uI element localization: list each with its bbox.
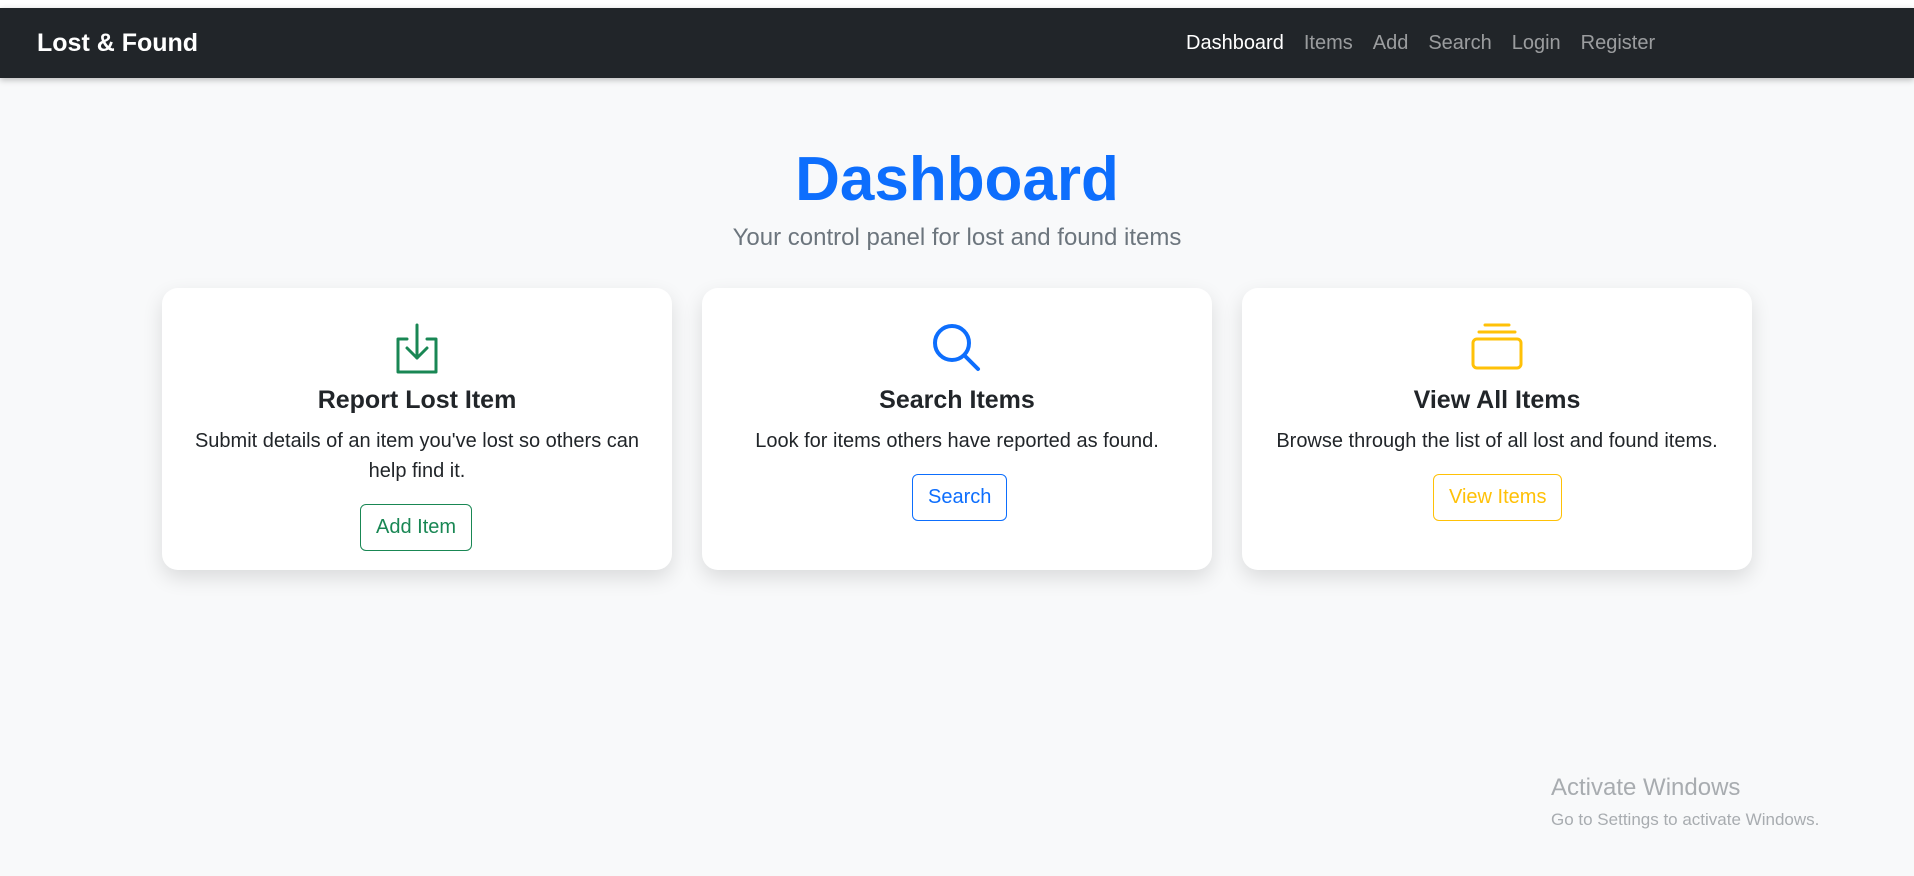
nav-links: Dashboard Items Add Search Login Registe… <box>1186 8 1655 78</box>
download-box-icon <box>162 322 672 376</box>
add-item-button[interactable]: Add Item <box>360 504 473 551</box>
card-text: Browse through the list of all lost and … <box>1276 430 1718 452</box>
card-text: Submit details of an item you've lost so… <box>194 430 640 482</box>
windows-activation-watermark: Activate Windows Go to Settings to activ… <box>1551 774 1819 830</box>
nav-link-login[interactable]: Login <box>1512 32 1561 55</box>
card-title: View All Items <box>1413 386 1581 414</box>
view-items-button[interactable]: View Items <box>1433 474 1563 521</box>
nav-link-register[interactable]: Register <box>1581 32 1655 55</box>
nav-link-search[interactable]: Search <box>1428 32 1491 55</box>
navbar: Lost & Found Dashboard Items Add Search … <box>0 8 1914 78</box>
card-title: Report Lost Item <box>317 386 517 414</box>
page-subtitle: Your control panel for lost and found it… <box>732 224 1182 251</box>
card-search-items: Search Items Look for items others have … <box>702 288 1212 570</box>
search-button[interactable]: Search <box>912 474 1008 521</box>
card-title: Search Items <box>879 386 1035 414</box>
card-report-lost-item: Report Lost Item Submit details of an it… <box>162 288 672 570</box>
nav-link-add[interactable]: Add <box>1373 32 1409 55</box>
search-icon <box>702 322 1212 376</box>
page-title: Dashboard <box>795 145 1119 214</box>
card-view-all-items: View All Items Browse through the list o… <box>1242 288 1752 570</box>
brand-logo[interactable]: Lost & Found <box>37 8 198 78</box>
nav-link-items[interactable]: Items <box>1304 32 1353 55</box>
page: Lost & Found Dashboard Items Add Search … <box>0 8 1914 876</box>
nav-link-dashboard[interactable]: Dashboard <box>1186 32 1284 55</box>
watermark-subtitle: Go to Settings to activate Windows. <box>1551 810 1820 829</box>
watermark-title: Activate Windows <box>1551 774 1741 801</box>
card-text: Look for items others have reported as f… <box>755 430 1159 452</box>
collection-icon <box>1242 322 1752 376</box>
